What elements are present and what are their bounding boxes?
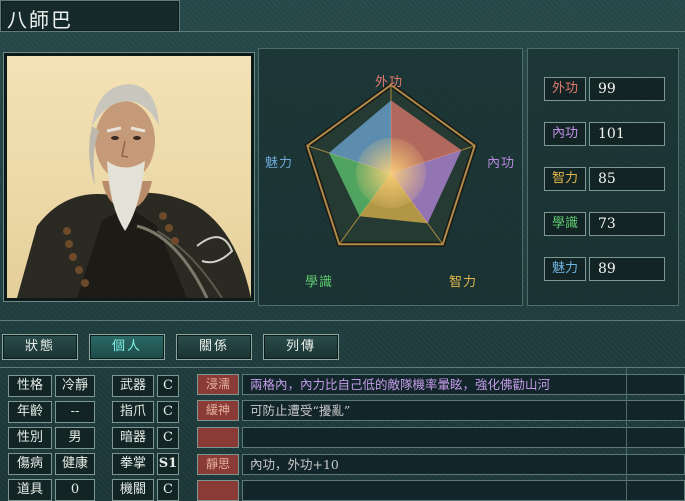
tab-biography[interactable]: 列傳 <box>263 334 339 360</box>
info-value: -- <box>55 401 95 423</box>
tab-personal[interactable]: 個人 <box>89 334 165 360</box>
tab-relations[interactable]: 關係 <box>176 334 252 360</box>
weapon-grade: C <box>157 479 179 501</box>
info-value: 男 <box>55 427 95 449</box>
skill-description: 兩格內，內力比自己低的敵隊機率暈眩，強化佛勸山河 <box>242 374 685 395</box>
weapon-grade: C <box>157 401 179 423</box>
skill-name[interactable]: 靜思 <box>197 454 239 475</box>
stat-row-outer-power: 外功 99 <box>544 77 665 101</box>
radar-center-glow <box>356 138 426 208</box>
skill-description <box>242 427 685 448</box>
radar-label-outer-power: 外功 <box>375 75 404 90</box>
info-key: 傷病 <box>8 453 52 475</box>
radar-label-intellect: 智力 <box>449 275 478 290</box>
tab-status[interactable]: 狀態 <box>2 334 78 360</box>
stat-value: 101 <box>589 122 665 146</box>
stat-row-intellect: 智力 85 <box>544 167 665 191</box>
skill-name[interactable] <box>197 480 239 501</box>
skill-description <box>242 480 685 501</box>
weapon-grade: C <box>157 375 179 397</box>
divider <box>0 320 685 321</box>
stat-row-charisma: 魅力 89 <box>544 257 665 281</box>
weapon-key: 拳掌 <box>112 453 154 475</box>
stat-row-inner-power: 內功 101 <box>544 122 665 146</box>
skill-name[interactable]: 浸濡 <box>197 374 239 395</box>
stats-panel: 外功 99 內功 101 智力 85 學識 73 魅力 89 <box>527 48 679 306</box>
character-portrait <box>7 56 251 298</box>
skill-name[interactable] <box>197 427 239 448</box>
character-name: 八師巴 <box>7 8 73 32</box>
weapon-key: 武器 <box>112 375 154 397</box>
radar-label-knowledge: 學識 <box>305 275 334 290</box>
weapon-key: 暗器 <box>112 427 154 449</box>
weapon-grade: S1 <box>157 453 179 475</box>
stat-key: 智力 <box>544 167 586 191</box>
character-name-bar: 八師巴 <box>0 0 180 32</box>
stat-key: 外功 <box>544 77 586 101</box>
stat-value: 89 <box>589 257 665 281</box>
info-key: 性格 <box>8 375 52 397</box>
divider <box>626 368 627 500</box>
info-key: 道具 <box>8 479 52 501</box>
stat-value: 73 <box>589 212 665 236</box>
info-key: 年齡 <box>8 401 52 423</box>
skill-description: 內功，外功+10 <box>242 454 685 475</box>
divider <box>0 367 685 368</box>
weapon-grade: C <box>157 427 179 449</box>
monk-portrait-illustration <box>17 84 251 298</box>
portrait-frame <box>3 52 255 302</box>
weapon-key: 指爪 <box>112 401 154 423</box>
stat-key: 內功 <box>544 122 586 146</box>
info-value: 冷靜 <box>55 375 95 397</box>
weapon-key: 機關 <box>112 479 154 501</box>
skill-description: 可防止遭受“擾亂” <box>242 400 685 421</box>
attribute-radar-panel: 外功 內功 智力 學識 魅力 <box>258 48 523 306</box>
stat-key: 學識 <box>544 212 586 236</box>
radar-label-inner-power: 內功 <box>487 156 516 171</box>
info-key: 性別 <box>8 427 52 449</box>
stat-key: 魅力 <box>544 257 586 281</box>
info-value: 健康 <box>55 453 95 475</box>
skill-name[interactable]: 緩神 <box>197 400 239 421</box>
stat-value: 99 <box>589 77 665 101</box>
divider <box>180 31 685 32</box>
stat-value: 85 <box>589 167 665 191</box>
radar-label-charisma: 魅力 <box>265 156 294 171</box>
info-value: 0 <box>55 479 95 501</box>
stat-row-knowledge: 學識 73 <box>544 212 665 236</box>
